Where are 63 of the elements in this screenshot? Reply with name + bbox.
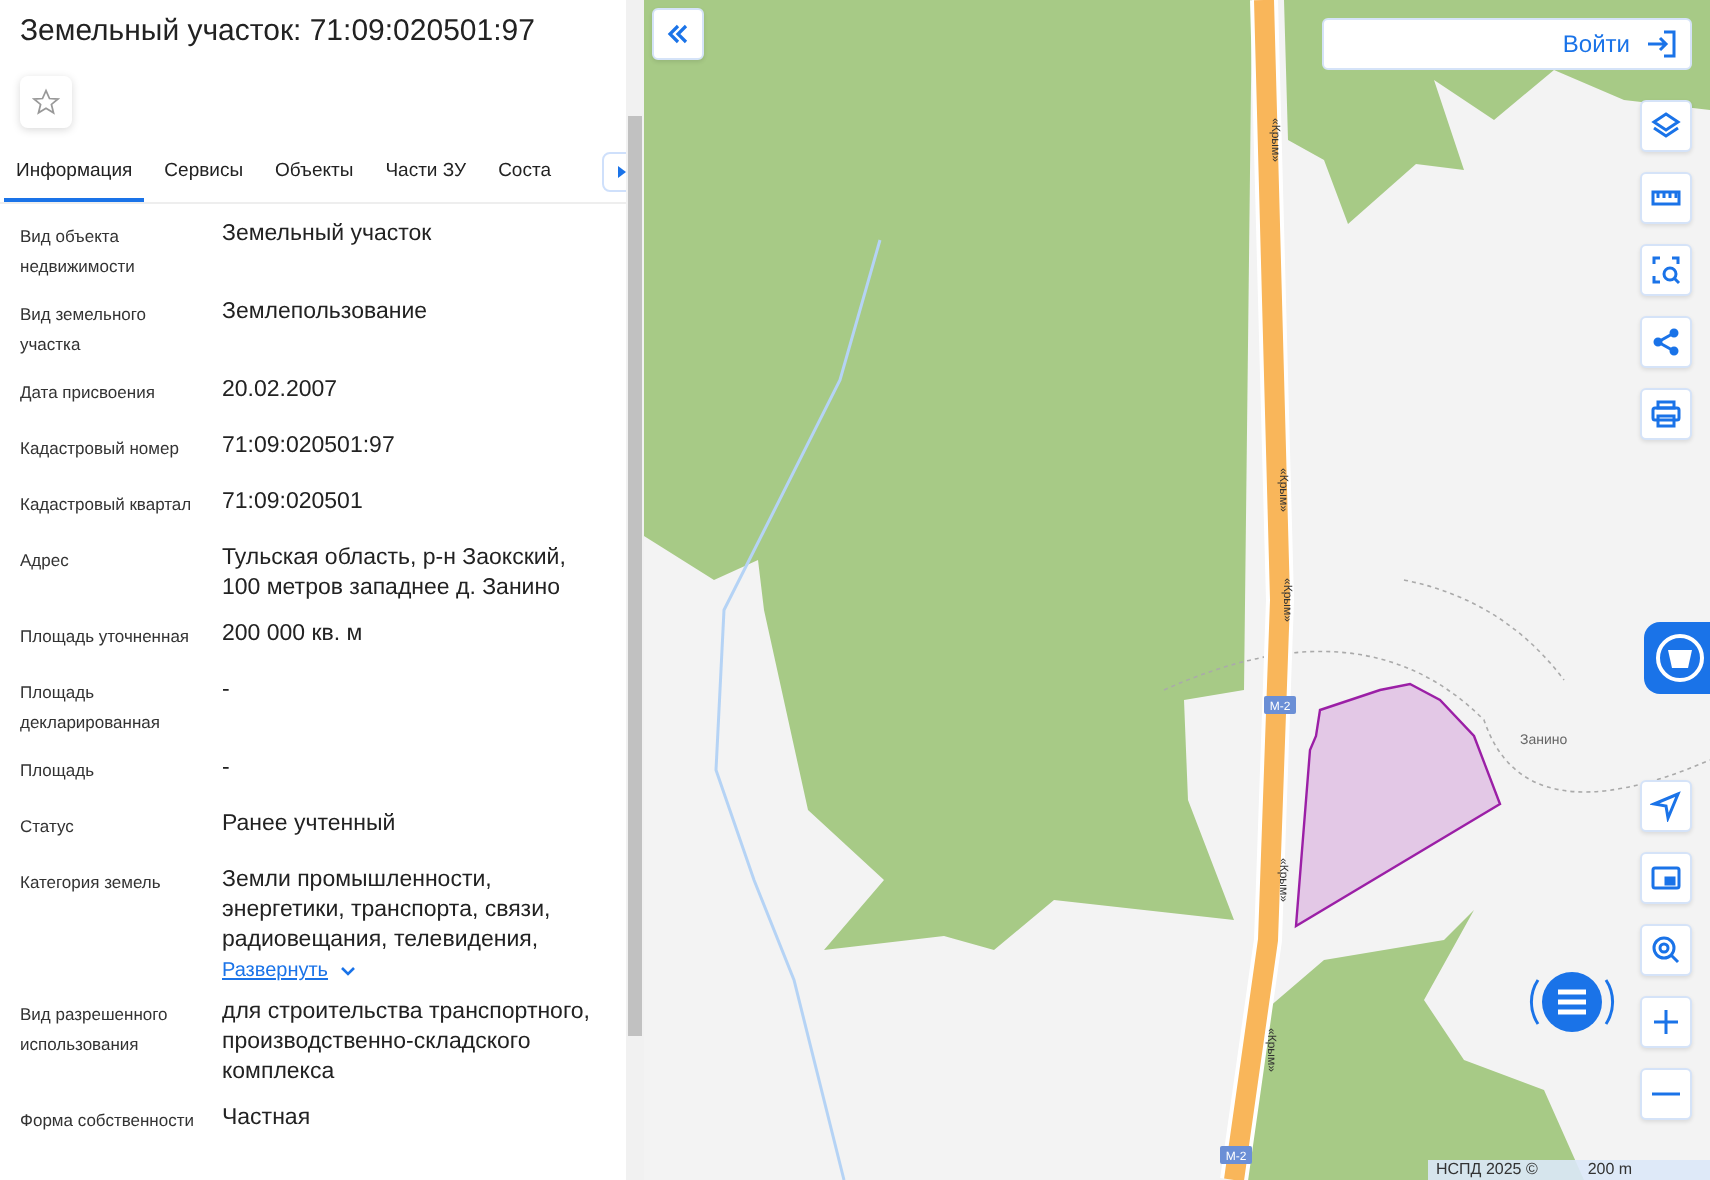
property-label: Кадастровый номер xyxy=(20,436,181,462)
property-label: Вид объекта недвижимости xyxy=(20,224,137,280)
property-label: Дата присвоения xyxy=(20,380,157,406)
print-button[interactable] xyxy=(1640,388,1692,440)
property-value: для строительства транспортного, производственно-складского комплекса xyxy=(222,998,592,1088)
print-icon xyxy=(1650,398,1682,430)
tab[interactable]: Соста xyxy=(486,148,563,202)
property-label: Форма собственности xyxy=(20,1108,196,1134)
property-label: Категория земель xyxy=(20,870,163,896)
property-value: Частная xyxy=(222,1104,313,1134)
property-value: 20.02.2007 xyxy=(222,376,340,406)
zoom-in-icon xyxy=(1650,1006,1682,1038)
property-label: Кадастровый квартал xyxy=(20,492,194,518)
property-value: 200 000 кв. м xyxy=(222,620,365,650)
property-label: Статус xyxy=(20,814,76,840)
tab[interactable]: Информация xyxy=(4,148,145,202)
scrollbar-thumb[interactable] xyxy=(628,116,642,1036)
login-button[interactable]: Войти xyxy=(1322,18,1692,70)
property-label: Вид разрешенного использования xyxy=(20,1002,170,1058)
panel-title: Земельный участок: 71:09:020501:97 xyxy=(20,14,537,48)
property-value: 71:09:020501 xyxy=(222,488,365,518)
share-icon xyxy=(1650,326,1682,358)
tab[interactable]: Сервисы xyxy=(152,148,256,202)
property-label: Вид земельного участка xyxy=(20,302,149,358)
star-icon xyxy=(32,88,60,116)
location-search-button[interactable] xyxy=(1640,924,1692,976)
property-label: Адрес xyxy=(20,548,71,574)
triangle-right-icon xyxy=(616,166,626,178)
zoom-in-button[interactable] xyxy=(1640,996,1692,1048)
double-chevron-left-icon xyxy=(666,22,690,46)
logo-icon[interactable] xyxy=(1644,622,1710,694)
layers-icon xyxy=(1650,110,1682,142)
scale-label: 200 m xyxy=(1587,1160,1633,1180)
property-value: - xyxy=(222,676,232,706)
property-value: Тульская область, р-н Заокский, 100 метров западнее д. Занино xyxy=(222,544,568,604)
collapse-panel-button[interactable] xyxy=(652,8,704,60)
chevron-down-icon xyxy=(340,966,357,976)
property-value: Ранее учтенный xyxy=(222,810,398,840)
minimap-icon xyxy=(1650,862,1682,894)
share-button[interactable] xyxy=(1640,316,1692,368)
expand-link[interactable]: Развернуть xyxy=(222,960,357,982)
attribution-text: НСПД 2025 © xyxy=(1436,1160,1538,1180)
zoom-out-button[interactable] xyxy=(1640,1068,1692,1120)
login-icon xyxy=(1646,28,1678,60)
tab[interactable]: Объекты xyxy=(263,148,366,202)
property-value: Земли промышленности, энергетики, транспорта, связи, радиовещания, телевидения, xyxy=(222,866,553,956)
property-value: - xyxy=(222,754,232,784)
property-label: Площадь уточненная xyxy=(20,624,192,650)
ruler-button[interactable] xyxy=(1640,172,1692,224)
location-search-icon xyxy=(1650,934,1682,966)
tab[interactable]: Части ЗУ xyxy=(373,148,479,202)
area-search-button[interactable] xyxy=(1640,244,1692,296)
layers-button[interactable] xyxy=(1640,100,1692,152)
minimap-button[interactable] xyxy=(1640,852,1692,904)
property-value: 71:09:020501:97 xyxy=(222,432,397,462)
favorite-button[interactable] xyxy=(20,76,72,128)
property-value: Землепользование xyxy=(222,298,430,328)
navigation-icon xyxy=(1650,790,1682,822)
area-search-icon xyxy=(1650,254,1682,286)
property-label: Площадь xyxy=(20,758,97,784)
property-label: Площадь декларированная xyxy=(20,680,162,736)
property-value: Земельный участок xyxy=(222,220,434,250)
navigation-button[interactable] xyxy=(1640,780,1692,832)
